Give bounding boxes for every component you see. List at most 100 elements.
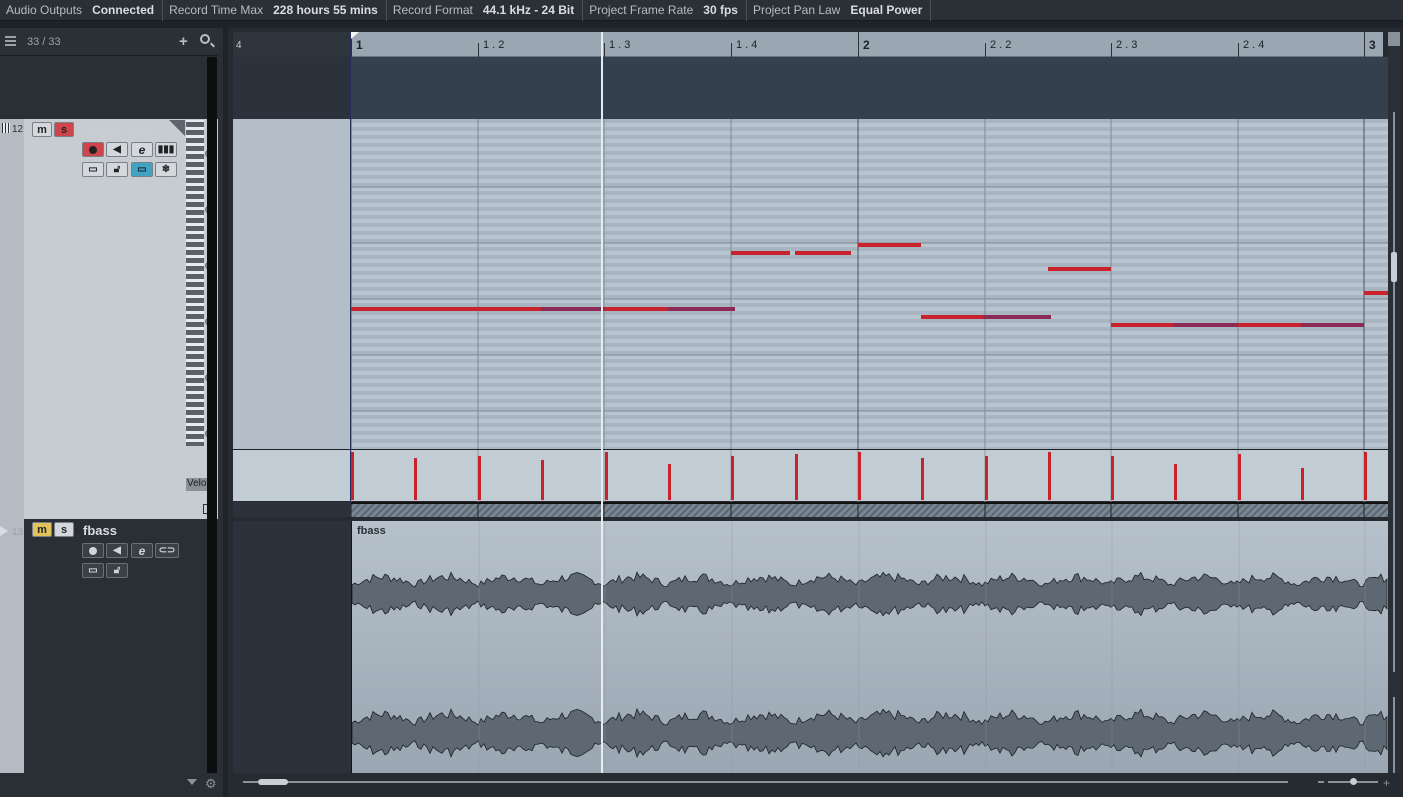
empty-lane-left	[233, 57, 351, 119]
note-grid[interactable]	[233, 119, 1388, 449]
track-number: 12	[12, 124, 24, 135]
zoom-in-icon[interactable]: +	[1383, 776, 1390, 790]
daw-window: { "status_bar": { "audio_outputs_label":…	[0, 0, 1403, 797]
black-key-row	[351, 399, 1388, 403]
mini-keyboard[interactable]	[186, 120, 204, 446]
mute-button[interactable]: m	[32, 122, 52, 137]
expand-arrow-icon[interactable]	[0, 526, 8, 536]
h-scroll-track[interactable]	[243, 781, 1288, 783]
black-key	[186, 354, 204, 359]
h-zoom-thumb[interactable]	[1350, 778, 1357, 785]
zoom-slider-track[interactable]	[1393, 112, 1395, 672]
list-icon[interactable]	[5, 36, 16, 46]
record-enable-button[interactable]	[82, 142, 104, 157]
horizontal-scrollbar[interactable]: +	[233, 773, 1400, 795]
link-icon: ⊂⊃	[158, 544, 176, 556]
lanes-icon: ▭	[88, 163, 98, 175]
black-key-row	[351, 351, 1388, 355]
zoom-out-icon[interactable]	[1318, 781, 1324, 783]
ruler-tick	[731, 43, 732, 57]
grid-left-area	[233, 119, 351, 449]
black-key-row	[351, 175, 1388, 179]
velocity-lane[interactable]	[233, 449, 1388, 502]
black-key-row	[351, 215, 1388, 219]
freeze-button[interactable]: ❄	[155, 162, 177, 177]
black-key	[186, 322, 204, 327]
midi-part-editor[interactable]	[233, 119, 1388, 449]
midi-note	[1364, 291, 1388, 295]
black-key-row	[351, 191, 1388, 195]
track-name[interactable]: fbass	[83, 523, 117, 538]
editor-display-button[interactable]: ▭	[131, 162, 153, 177]
link-button[interactable]: ⊂⊃	[155, 543, 179, 558]
timeline-ruler[interactable]: 1 1 . 2 1 . 3 1 . 4 2 2 . 2 2 . 3 2 . 4 3	[233, 32, 1383, 57]
velocity-bar	[668, 464, 671, 500]
audio-outputs-label: Audio Outputs	[6, 3, 83, 17]
chevron-down-icon[interactable]	[187, 779, 197, 785]
midi-note	[1174, 323, 1238, 327]
black-key-row	[351, 439, 1388, 443]
edit-icon: e	[138, 142, 146, 157]
solo-button[interactable]: s	[54, 122, 74, 137]
record-enable-button[interactable]	[82, 543, 104, 558]
black-key	[186, 338, 204, 343]
lane-button[interactable]: ▭	[82, 162, 104, 177]
black-key-row	[351, 303, 1388, 307]
solo-button[interactable]: s	[54, 522, 74, 537]
black-key	[186, 170, 204, 175]
monitor-button[interactable]: ◀	[106, 543, 128, 558]
scroll-thumb-lower[interactable]	[1393, 697, 1395, 777]
search-icon[interactable]	[200, 34, 210, 44]
black-key-row	[351, 279, 1388, 283]
left-locator-icon[interactable]	[351, 32, 359, 39]
audio-outputs-status[interactable]: Audio Outputs Connected	[0, 0, 164, 21]
record-format-status[interactable]: Record Format 44.1 kHz - 24 Bit	[387, 0, 584, 21]
velocity-bars[interactable]	[233, 450, 1388, 502]
ruler-left-area[interactable]: 4	[233, 32, 351, 57]
black-key-row	[351, 335, 1388, 339]
track-name[interactable]: finger bass	[83, 123, 152, 138]
add-track-icon[interactable]: +	[179, 33, 188, 50]
lock-button[interactable]: 🔓︎	[106, 563, 128, 578]
hatch-left	[233, 502, 351, 517]
ruler-tick	[858, 32, 859, 57]
black-key	[186, 138, 204, 143]
black-key-row	[351, 367, 1388, 371]
project-window: 1 1 . 2 1 . 3 1 . 4 2 2 . 2 2 . 3 2 . 4 3 4 fbas…	[228, 28, 1403, 797]
lock-button[interactable]: 🔓︎	[106, 162, 128, 177]
monitor-button[interactable]: ◀	[106, 142, 128, 157]
edit-icon: e	[138, 543, 146, 558]
instrument-keys-button[interactable]: ▮▮▮	[155, 142, 177, 157]
pan-law-status[interactable]: Project Pan Law Equal Power	[747, 0, 932, 21]
velocity-bar	[858, 452, 861, 500]
black-key-row	[351, 311, 1388, 315]
lanes-icon: ▭	[88, 564, 98, 576]
velocity-bar	[1301, 468, 1304, 500]
black-key-row	[351, 271, 1388, 275]
black-key	[186, 218, 204, 223]
mute-button[interactable]: m	[32, 522, 52, 537]
audio-event[interactable]: fbass	[351, 521, 1388, 773]
zoom-slider-thumb[interactable]	[1391, 252, 1397, 282]
lane-button[interactable]: ▭	[82, 563, 104, 578]
speaker-icon: ◀	[113, 143, 121, 155]
black-key-row	[351, 383, 1388, 387]
audio-track-header[interactable]: m s fbass ◀ e ⊂⊃ ▭ 🔓︎	[24, 519, 218, 773]
black-key	[186, 234, 204, 239]
gear-icon[interactable]: ⚙	[205, 776, 217, 792]
edit-instrument-button[interactable]: e	[131, 142, 153, 157]
frame-rate-status[interactable]: Project Frame Rate 30 fps	[583, 0, 747, 21]
record-time-status[interactable]: Record Time Max 228 hours 55 mins	[163, 0, 387, 21]
speaker-icon: ◀	[113, 544, 121, 556]
empty-track-lane	[24, 57, 218, 119]
velocity-bar	[1364, 452, 1367, 500]
track-list-scrollbar[interactable]	[207, 57, 217, 773]
h-scroll-thumb[interactable]	[258, 779, 288, 785]
project-cursor[interactable]	[601, 32, 603, 773]
black-key	[186, 186, 204, 191]
edit-channel-button[interactable]: e	[131, 543, 153, 558]
scroll-menu-icon[interactable]	[1388, 32, 1400, 46]
vertical-scrollbar[interactable]	[1388, 32, 1400, 783]
black-key-row	[351, 255, 1388, 259]
velocity-bar	[605, 452, 608, 500]
